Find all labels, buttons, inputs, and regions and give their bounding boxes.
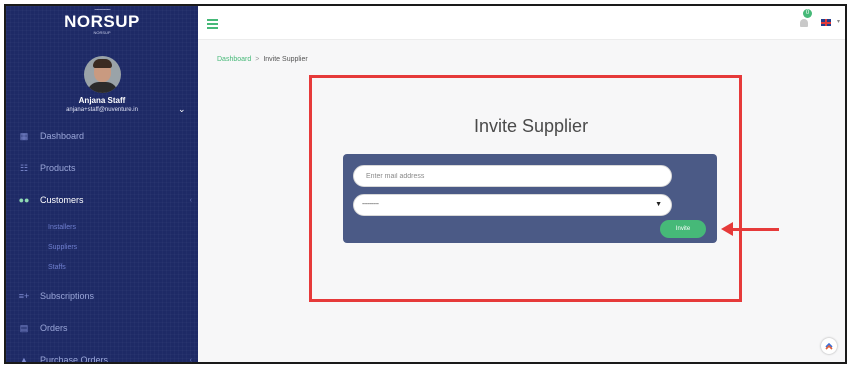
sidebar-subitem-suppliers[interactable]: Suppliers (48, 244, 77, 251)
chevron-down-icon[interactable]: ▾ (837, 18, 840, 25)
menu-toggle-icon[interactable] (207, 19, 218, 31)
breadcrumb-separator: > (255, 56, 260, 63)
sidebar-item-label: Products (40, 163, 76, 173)
notification-badge: 0 (803, 9, 812, 18)
chevron-down-icon[interactable]: ⌄ (178, 104, 186, 115)
chevron-left-icon: ‹ (189, 356, 192, 364)
sidebar-item-label: Orders (40, 323, 68, 333)
dashboard-icon: ▦ (19, 130, 29, 141)
app-frame: ~~~~~ NORSUP NORSUP Anjana Staff anjana+… (4, 4, 847, 364)
sidebar-item-purchase-orders[interactable]: ▲ Purchase Orders ‹ (6, 350, 198, 364)
chat-widget-icon[interactable] (821, 338, 837, 354)
bell-icon[interactable] (799, 17, 809, 28)
orders-icon: ▤ (19, 322, 29, 333)
sidebar-item-label: Subscriptions (40, 291, 95, 301)
user-name: Anjana Staff (78, 96, 126, 105)
select-value: --------- (362, 201, 379, 208)
invite-form-card: --------- ▼ Invite (343, 154, 717, 243)
sidebar-item-label: Customers (40, 195, 84, 205)
main-content: 0 ▾ Dashboard > Invite Supplier Invite Sup… (198, 6, 845, 362)
breadcrumb-dashboard-link[interactable]: Dashboard (217, 56, 251, 63)
user-email: anjana+staff@nuventure.in (66, 107, 138, 113)
chevron-left-icon: ‹ (189, 196, 192, 204)
breadcrumb-current: Invite Supplier (263, 56, 308, 63)
invite-button[interactable]: Invite (660, 220, 706, 238)
email-field[interactable] (353, 165, 672, 187)
dropdown-arrow-icon: ▼ (655, 201, 662, 208)
logo-text: NORSUP (64, 12, 140, 31)
sidebar-item-dashboard[interactable]: ▦ Dashboard (6, 126, 198, 146)
sidebar-item-label: Dashboard (40, 131, 85, 141)
avatar[interactable] (84, 56, 121, 93)
top-bar: 0 ▾ (198, 6, 845, 40)
cart-icon: ☷ (19, 162, 29, 173)
sidebar-subitem-installers[interactable]: Installers (48, 224, 76, 231)
annotation-arrow-line (731, 228, 779, 231)
sidebar-item-customers[interactable]: ●● Customers ‹ (6, 190, 198, 210)
sidebar-item-subscriptions[interactable]: ≡+ Subscriptions (6, 286, 198, 306)
sidebar-item-label: Purchase Orders (40, 355, 109, 364)
supplier-select[interactable]: --------- ▼ (353, 194, 672, 216)
sidebar-subitem-staffs[interactable]: Staffs (48, 264, 66, 271)
uk-flag-icon[interactable] (821, 19, 831, 26)
logo-tagline: NORSUP (93, 30, 111, 35)
logo[interactable]: ~~~~~ NORSUP NORSUP (6, 6, 198, 44)
sidebar-item-orders[interactable]: ▤ Orders (6, 318, 198, 338)
breadcrumb: Dashboard > Invite Supplier (217, 56, 308, 63)
basket-icon: ▲ (19, 355, 29, 364)
page-title: Invite Supplier (474, 116, 589, 136)
users-icon: ●● (18, 195, 30, 205)
sidebar-item-products[interactable]: ☷ Products (6, 158, 198, 178)
subscriptions-icon: ≡+ (18, 291, 30, 301)
sidebar: ~~~~~ NORSUP NORSUP Anjana Staff anjana+… (6, 6, 198, 362)
